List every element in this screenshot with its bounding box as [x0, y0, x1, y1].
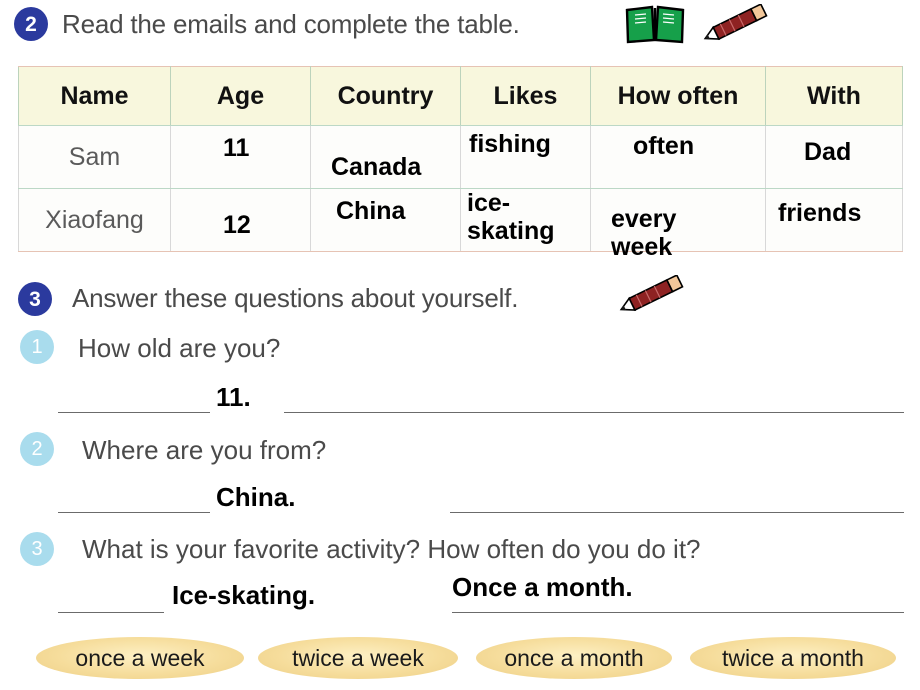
exercise-2-instruction: Read the emails and complete the table. — [62, 9, 520, 39]
pencil-icon — [700, 3, 772, 49]
answer-country-xiaofang: China — [336, 197, 406, 225]
cell-name: Xiaofang — [18, 188, 171, 252]
cell-country[interactable]: China — [310, 188, 461, 252]
question-2-answer-line-right[interactable] — [450, 512, 904, 513]
answer-age-xiaofang: 12 — [223, 211, 251, 239]
exercise-3-instruction: Answer these questions about yourself. — [72, 283, 519, 313]
answer-likes-xiaofang: ice-skating — [467, 189, 555, 245]
cell-country[interactable]: Canada — [310, 125, 461, 189]
table-header-row: Name Age Country Likes How often With — [18, 66, 903, 126]
cell-name: Sam — [18, 125, 171, 189]
cell-with[interactable]: friends — [765, 188, 903, 252]
question-3-text: What is your favorite activity? How ofte… — [82, 534, 701, 564]
pencil-icon — [616, 274, 688, 320]
exercise-3-number-badge: 3 — [18, 282, 52, 316]
question-3-answer-frequency: Once a month. — [452, 572, 633, 602]
table-header-cell: Likes — [460, 66, 591, 126]
table-row: Sam 11 Canada fishing often Dad — [18, 125, 903, 189]
answer-country-sam: Canada — [331, 153, 422, 181]
header-likes: Likes — [493, 81, 558, 110]
table-header-cell: Age — [170, 66, 311, 126]
header-how-often: How often — [617, 81, 739, 110]
table-header-cell: Country — [310, 66, 461, 126]
question-2-answer: China. — [216, 482, 296, 512]
cell-how-often[interactable]: every week — [590, 188, 766, 261]
question-3-number-badge: 3 — [20, 532, 54, 566]
answer-with-sam: Dad — [804, 138, 852, 166]
word-bank-option-twice-a-month[interactable]: twice a month — [690, 637, 896, 679]
cell-age[interactable]: 12 — [170, 188, 311, 252]
question-1-text: How old are you? — [78, 333, 281, 363]
question-2-number-badge: 2 — [20, 432, 54, 466]
word-bank-option-twice-a-week[interactable]: twice a week — [258, 637, 458, 679]
answer-with-xiaofang: friends — [778, 199, 862, 227]
table-header-cell: With — [765, 66, 903, 126]
cell-how-often[interactable]: often — [590, 125, 766, 189]
answer-likes-sam: fishing — [469, 130, 551, 158]
word-bank-option-once-a-week[interactable]: once a week — [36, 637, 244, 679]
table-header-cell: Name — [18, 66, 171, 126]
exercise-2-number-badge: 2 — [14, 7, 48, 41]
question-2-text: Where are you from? — [82, 435, 327, 465]
word-bank-option-once-a-month[interactable]: once a month — [476, 637, 672, 679]
header-age: Age — [216, 81, 265, 110]
answer-how-often-xiaofang: every week — [611, 205, 677, 261]
cell-age[interactable]: 11 — [170, 125, 311, 189]
open-book-icon — [624, 4, 686, 51]
question-3-answer-line-right[interactable] — [452, 612, 904, 613]
table-header-cell: How often — [590, 66, 766, 126]
table-row: Xiaofang 12 China ice-skating every week… — [18, 188, 903, 261]
question-2-answer-line-left[interactable] — [58, 512, 210, 513]
cell-likes[interactable]: ice-skating — [460, 188, 591, 252]
student-name-xiaofang: Xiaofang — [45, 205, 144, 234]
question-1-number-badge: 1 — [20, 330, 54, 364]
student-info-table: Name Age Country Likes How often With Sa… — [18, 66, 903, 261]
cell-with[interactable]: Dad — [765, 125, 903, 189]
header-with: With — [807, 81, 861, 110]
student-name-sam: Sam — [68, 142, 121, 171]
question-1-answer: 11. — [216, 382, 251, 412]
question-3-answer-activity: Ice-skating. — [172, 580, 316, 610]
answer-age-sam: 11 — [223, 134, 250, 162]
question-1-answer-line-left[interactable] — [58, 412, 210, 413]
cell-likes[interactable]: fishing — [460, 125, 591, 189]
header-country: Country — [337, 81, 434, 110]
question-1-answer-line-right[interactable] — [284, 412, 904, 413]
answer-how-often-sam: often — [633, 132, 695, 160]
question-3-answer-line-left[interactable] — [58, 612, 164, 613]
header-name: Name — [60, 81, 129, 110]
